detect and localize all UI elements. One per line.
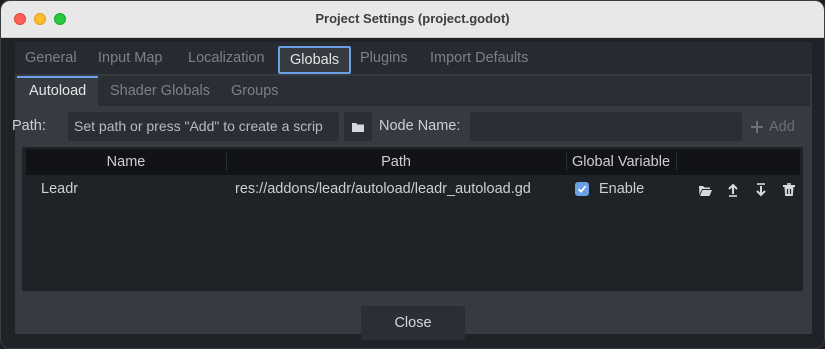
table-row[interactable]: Leadr res://addons/leadr/autoload/leadr_…	[26, 177, 800, 203]
path-label: Path:	[12, 118, 46, 134]
add-autoload-button[interactable]: Add	[750, 115, 795, 139]
autoload-table: Name Path Global Variable Leadr res://ad…	[22, 147, 803, 291]
move-down-icon	[756, 183, 766, 197]
node-name-input[interactable]	[470, 112, 742, 141]
table-header: Name Path Global Variable	[26, 149, 800, 175]
project-settings-window: Project Settings (project.godot) General…	[0, 0, 825, 349]
add-label: Add	[769, 119, 795, 135]
close-button[interactable]: Close	[361, 306, 465, 340]
open-script-button[interactable]	[695, 180, 715, 200]
delete-button[interactable]	[779, 180, 799, 200]
checkmark-icon	[577, 185, 587, 193]
header-name: Name	[106, 154, 146, 170]
autoload-path[interactable]: res://addons/leadr/autoload/leadr_autolo…	[235, 181, 531, 197]
move-up-button[interactable]	[723, 180, 743, 200]
browse-path-button[interactable]	[344, 112, 372, 141]
sub-tab-bar: Autoload Shader Globals Groups	[17, 76, 810, 106]
header-path: Path	[381, 154, 411, 170]
folder-icon	[352, 122, 364, 132]
tab-plugins[interactable]: Plugins	[360, 42, 408, 74]
trash-icon	[783, 183, 795, 196]
header-divider	[676, 153, 677, 171]
tab-globals[interactable]: Globals	[278, 46, 352, 74]
enable-checkbox[interactable]	[575, 182, 589, 196]
plus-icon	[751, 121, 763, 133]
tab-import-defaults[interactable]: Import Defaults	[430, 42, 528, 74]
move-up-icon	[728, 183, 738, 197]
autoload-name[interactable]: Leadr	[41, 181, 78, 197]
tab-shader-globals[interactable]: Shader Globals	[110, 76, 210, 106]
top-tab-bar: General Input Map Localization Globals P…	[15, 42, 812, 74]
folder-open-icon	[698, 185, 712, 196]
tab-autoload[interactable]: Autoload	[17, 76, 99, 106]
window-title: Project Settings (project.godot)	[315, 11, 510, 26]
dialog-content: General Input Map Localization Globals P…	[1, 38, 824, 348]
title-bar: Project Settings (project.godot)	[1, 1, 824, 38]
node-name-label: Node Name:	[379, 118, 461, 134]
header-global-variable: Global Variable	[571, 154, 671, 170]
enable-label: Enable	[599, 181, 645, 197]
path-input[interactable]: Set path or press "Add" to create a scri…	[68, 112, 339, 141]
tab-input-map[interactable]: Input Map	[98, 42, 163, 74]
tab-groups[interactable]: Groups	[231, 76, 279, 106]
move-down-button[interactable]	[751, 180, 771, 200]
tab-localization[interactable]: Localization	[188, 42, 265, 74]
tab-general[interactable]: General	[25, 42, 77, 74]
